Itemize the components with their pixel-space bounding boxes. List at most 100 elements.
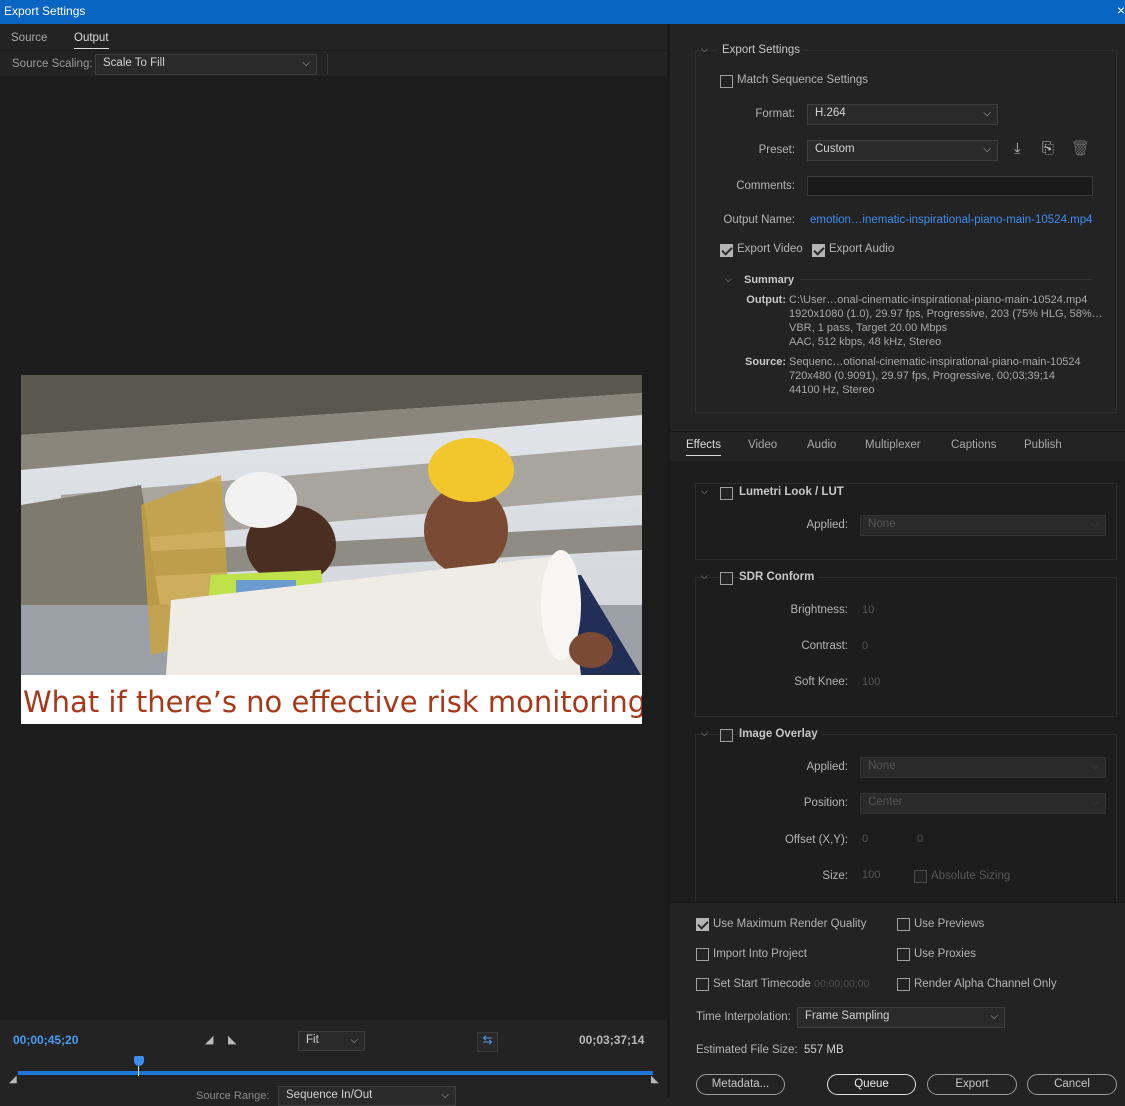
size-value[interactable]: 100 [862,869,880,881]
source-range-label: Source Range: [196,1090,270,1102]
chevron-down-icon: ⌵ [983,108,991,119]
soft-knee-label: Soft Knee: [794,676,848,688]
summary-source-line: 44100 Hz, Stereo [789,384,875,396]
source-range-value: Sequence In/Out [286,1089,373,1101]
video-scene-image [21,375,642,675]
timeline-bar[interactable] [18,1071,653,1075]
tab-video[interactable]: Video [748,439,777,451]
chevron-down-icon[interactable]: ⌵ [701,44,708,55]
time-interpolation-label: Time Interpolation: [696,1011,791,1023]
time-interpolation-dropdown[interactable]: Frame Sampling ⌵ [797,1007,1005,1028]
close-icon[interactable]: × [1117,2,1125,18]
lumetri-applied-value: None [868,518,896,530]
soft-knee-value[interactable]: 100 [862,676,880,688]
alpha-only-checkbox[interactable] [897,978,910,991]
aspect-correction-icon[interactable]: ⇆ [477,1032,498,1052]
zoom-dropdown[interactable]: Fit ⌵ [298,1031,365,1051]
chevron-down-icon[interactable]: ⌵ [701,571,708,582]
absolute-sizing-checkbox[interactable] [914,870,927,883]
out-point-icon[interactable]: ◣ [651,1074,659,1085]
output-name-link[interactable]: emotion…inematic-inspirational-piano-mai… [810,214,1093,226]
use-previews-checkbox[interactable] [897,918,910,931]
source-range-dropdown[interactable]: Sequence In/Out ⌵ [278,1086,456,1106]
import-into-project-label: Import Into Project [713,948,807,960]
output-name-label: Output Name: [723,214,795,226]
image-overlay-checkbox[interactable] [720,729,733,742]
queue-button[interactable]: Queue [827,1074,916,1095]
sdr-conform-checkbox[interactable] [720,572,733,585]
max-render-quality-checkbox[interactable] [696,918,709,931]
export-video-checkbox[interactable] [720,244,733,257]
mark-out-icon[interactable]: ◣ [228,1033,236,1046]
zoom-value: Fit [306,1034,319,1046]
overlay-applied-value: None [868,760,896,772]
start-timecode-value[interactable]: 00;00;00;00 [814,978,869,990]
overlay-applied-label: Applied: [806,761,848,773]
summary-output-line: VBR, 1 pass, Target 20.00 Mbps [789,322,948,334]
export-video-label: Export Video [737,243,803,255]
video-frame: What if there’s no effective risk monito… [21,375,642,724]
source-scaling-value: Scale To Fill [103,57,165,69]
brightness-value[interactable]: 10 [862,604,874,616]
overlay-position-dropdown[interactable]: Center ⌵ [860,793,1106,814]
export-audio-checkbox[interactable] [812,244,825,257]
chevron-down-icon[interactable]: ⌵ [701,486,708,497]
delete-preset-icon[interactable]: 🗑 [1071,139,1090,157]
tab-publish[interactable]: Publish [1024,439,1062,451]
use-previews-label: Use Previews [914,918,985,930]
cancel-button[interactable]: Cancel [1027,1074,1117,1095]
settings-pane: ⌵ Export Settings Match Sequence Setting… [670,24,1125,1097]
file-size-value: 557 MB [804,1044,844,1056]
brightness-label: Brightness: [790,604,848,616]
tab-output[interactable]: Output [74,32,109,49]
offset-label: Offset (X,Y): [784,834,848,846]
mark-in-icon[interactable]: ◢ [205,1033,213,1046]
chevron-down-icon: ⌵ [441,1090,449,1101]
summary-source-line: Sequenc…otional-cinematic-inspirational-… [789,356,1081,368]
chevron-down-icon[interactable]: ⌵ [725,274,732,285]
format-dropdown[interactable]: H.264 ⌵ [807,104,998,125]
import-into-project-checkbox[interactable] [696,948,709,961]
export-button[interactable]: Export [927,1074,1017,1095]
preset-dropdown[interactable]: Custom ⌵ [807,140,998,161]
max-render-quality-label: Use Maximum Render Quality [713,918,867,930]
format-value: H.264 [815,107,846,119]
import-preset-icon[interactable]: ⎘ [1042,140,1054,157]
file-size-label: Estimated File Size: [696,1044,798,1056]
summary-output-line: 1920x1080 (1.0), 29.97 fps, Progressive,… [789,308,1103,320]
playhead[interactable] [133,1056,144,1076]
tab-multiplexer[interactable]: Multiplexer [865,439,921,451]
source-scaling-dropdown[interactable]: Scale To Fill ⌵ [95,54,317,75]
sdr-conform-section [695,577,1117,717]
tab-source[interactable]: Source [11,32,47,44]
sdr-conform-header: SDR Conform [739,571,819,583]
in-point-icon[interactable]: ◢ [9,1074,17,1085]
summary-header[interactable]: Summary [744,274,794,286]
start-timecode-checkbox[interactable] [696,978,709,991]
lumetri-applied-dropdown[interactable]: None ⌵ [860,515,1106,536]
summary-source-label: Source: [745,356,786,368]
offset-y-value[interactable]: 0 [917,833,923,845]
use-proxies-checkbox[interactable] [897,948,910,961]
lumetri-header: Lumetri Look / LUT [739,486,848,498]
comments-input[interactable] [807,176,1093,196]
lumetri-checkbox[interactable] [720,487,733,500]
match-sequence-checkbox[interactable] [720,75,733,88]
export-audio-label: Export Audio [829,243,895,255]
chevron-down-icon[interactable]: ⌵ [701,728,708,739]
save-preset-icon[interactable]: ⤓ [1014,140,1021,157]
export-settings-header[interactable]: Export Settings [718,44,804,56]
source-scaling-label: Source Scaling: [12,58,93,70]
chevron-down-icon: ⌵ [983,144,991,155]
format-label: Format: [755,108,795,120]
chevron-down-icon: ⌵ [1091,519,1099,530]
tab-effects[interactable]: Effects [686,439,721,456]
current-timecode[interactable]: 00;00;45;20 [13,1033,78,1047]
contrast-value[interactable]: 0 [862,640,868,652]
metadata-button[interactable]: Metadata... [696,1074,785,1095]
tab-captions[interactable]: Captions [951,439,996,451]
alpha-only-label: Render Alpha Channel Only [914,978,1057,990]
overlay-applied-dropdown[interactable]: None ⌵ [860,757,1106,778]
offset-x-value[interactable]: 0 [862,833,868,845]
tab-audio[interactable]: Audio [807,439,836,451]
